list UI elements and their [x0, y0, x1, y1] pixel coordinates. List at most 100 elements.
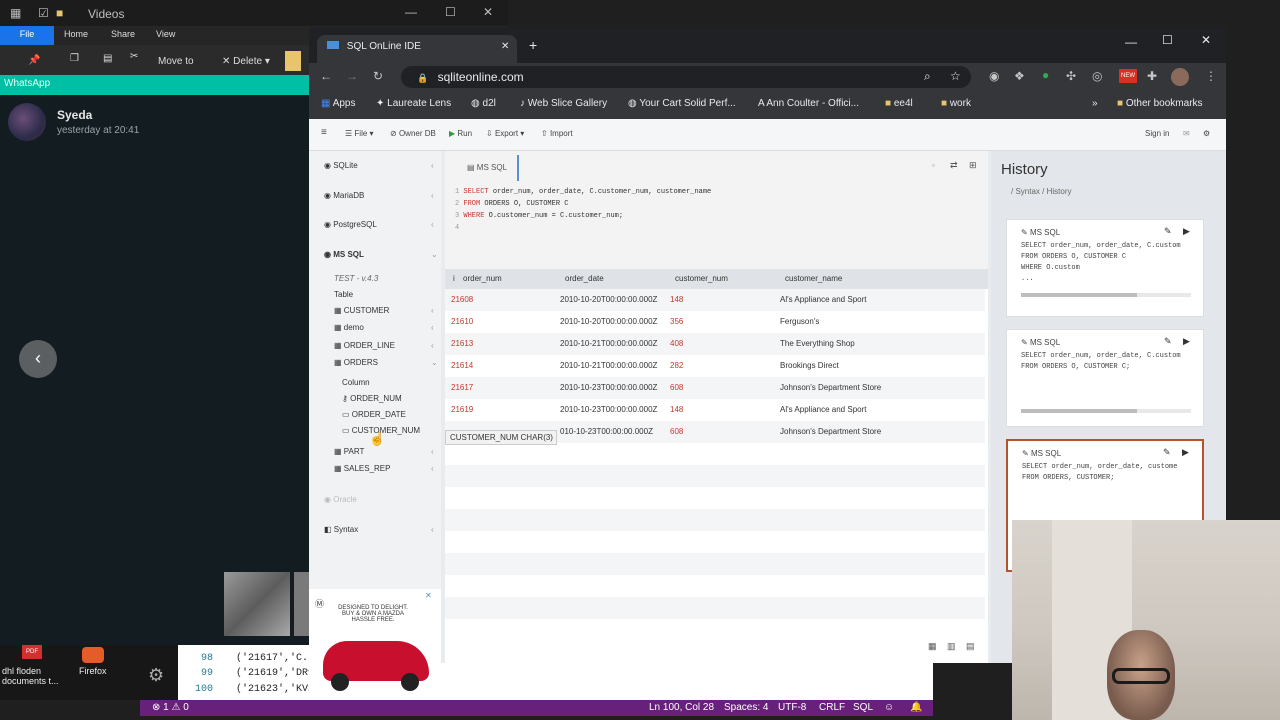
owner-db-button[interactable]: ⊘ Owner DB [390, 129, 436, 138]
table-row[interactable]: 21614 2010-10-21T00:00:00.000Z 282 Brooking… [445, 355, 985, 377]
bookmark-ann-coulter[interactable]: A Ann Coulter - Offici... [758, 98, 859, 109]
edit-icon[interactable]: ✎ [1163, 447, 1171, 458]
run-button[interactable]: ▶ Run [449, 129, 472, 138]
hamburger-menu-icon[interactable]: ≡ [321, 127, 327, 138]
history-card[interactable]: ✎ MS SQL ✎ ▶ SELECT order_num, order_dat… [1006, 329, 1204, 427]
table-row[interactable]: 21608 2010-10-20T00:00:00.000Z 148 Al's App… [445, 289, 985, 311]
table-row[interactable]: 21610 2010-10-20T00:00:00.000Z 356 Ferguson… [445, 311, 985, 333]
extension-icon[interactable]: ◉ [989, 69, 999, 83]
address-bar[interactable]: 🔒 sqliteonline.com ⌕ ☆ [401, 66, 971, 88]
pin-icon[interactable]: 📌 [28, 55, 40, 66]
edit-icon[interactable]: ✎ [1164, 336, 1172, 347]
desktop-icon-label[interactable]: dhl floden documents t... [2, 666, 66, 686]
cut-icon[interactable]: ✂ [130, 51, 138, 62]
bookmarks-overflow-icon[interactable]: » [1092, 98, 1098, 109]
profile-avatar[interactable] [1171, 68, 1189, 86]
zoom-icon[interactable]: ⌕ [924, 69, 931, 84]
firefox-icon[interactable] [82, 647, 104, 663]
bookmark-d2l[interactable]: ◍ d2l [471, 98, 496, 109]
table-row[interactable]: 21613 2010-10-21T00:00:00.000Z 408 The Ever… [445, 333, 985, 355]
chevron-down-icon[interactable]: ⌄ [431, 250, 438, 259]
media-thumbnail[interactable] [294, 572, 310, 636]
table-sales-rep[interactable]: ▦ SALES_REP [334, 464, 390, 473]
grammarly-icon[interactable]: ● [1042, 68, 1049, 82]
chevron-left-icon[interactable]: ‹ [431, 323, 434, 332]
indentation[interactable]: Spaces: 4 [724, 702, 768, 713]
close-icon[interactable]: ✕ [483, 5, 493, 19]
media-thumbnail[interactable] [224, 572, 290, 636]
forward-icon[interactable]: → [346, 69, 358, 83]
chevron-left-icon[interactable]: ‹ [431, 464, 434, 473]
whatsapp-chat-item[interactable]: Syeda yesterday at 20:41 [8, 103, 308, 143]
bookmark-work[interactable]: ■ work [941, 98, 971, 109]
chevron-left-icon[interactable]: ‹ [431, 161, 434, 170]
table-customer[interactable]: ▦ CUSTOMER [334, 306, 389, 315]
sql-editor-pane[interactable]: ▤ MS SQL ▫ ⇄ ⊞ 1 SELECT order_num, order… [445, 151, 988, 269]
chevron-left-icon[interactable]: ‹ [431, 341, 434, 350]
reload-icon[interactable]: ↻ [373, 69, 383, 83]
play-icon[interactable]: ▶ [1183, 226, 1190, 237]
column-order-num[interactable]: ⚷ ORDER_NUM [342, 394, 402, 403]
mail-icon[interactable]: ✉ [1183, 129, 1190, 138]
maximize-icon[interactable]: ☐ [1162, 33, 1173, 47]
table-demo[interactable]: ▦ demo [334, 323, 364, 332]
other-bookmarks[interactable]: ■ Other bookmarks [1117, 98, 1203, 109]
minimize-icon[interactable]: — [1125, 35, 1137, 49]
column-header-customer-num[interactable]: customer_num [675, 274, 728, 283]
db-postgresql[interactable]: ◉ PostgreSQL [324, 220, 377, 229]
column-header-customer-name[interactable]: customer_name [785, 274, 842, 283]
minimize-icon[interactable]: — [405, 5, 417, 19]
tab-home[interactable]: Home [64, 29, 88, 39]
new-tab-icon[interactable]: + [529, 37, 537, 53]
add-tab-icon[interactable]: ⊞ [969, 160, 977, 171]
tab-share[interactable]: Share [111, 29, 135, 39]
db-oracle[interactable]: ◉ Oracle [324, 495, 357, 504]
play-icon[interactable]: ▶ [1183, 336, 1190, 347]
column-header-order-num[interactable]: order_num [463, 274, 502, 283]
export-button[interactable]: ⇩ Export ▾ [486, 129, 524, 138]
play-icon[interactable]: ▶ [1182, 447, 1189, 458]
new-badge-icon[interactable]: NEW [1119, 69, 1137, 83]
db-sqlite[interactable]: ◉ SQLite [324, 161, 358, 170]
grid-view-icon[interactable]: ▦ [928, 641, 937, 652]
paste-icon[interactable]: ▤ [103, 53, 112, 64]
close-window-icon[interactable]: ✕ [1201, 33, 1211, 47]
table-order-line[interactable]: ▦ ORDER_LINE [334, 341, 395, 350]
bell-icon[interactable]: 🔔 [910, 702, 922, 713]
edit-icon[interactable]: ✎ [1164, 226, 1172, 237]
close-tab-icon[interactable]: ✕ [501, 41, 509, 52]
copy-icon[interactable]: ❐ [70, 53, 79, 64]
swap-icon[interactable]: ⇄ [950, 160, 958, 171]
text-view-icon[interactable]: ▤ [966, 641, 975, 652]
explorer-quick-access-icon[interactable]: ▦ [10, 6, 21, 20]
chart-view-icon[interactable]: ▥ [947, 641, 956, 652]
extension-icon[interactable]: ✣ [1066, 69, 1076, 83]
menu-kebab-icon[interactable]: ⋮ [1205, 69, 1217, 83]
save-icon[interactable]: ▫ [932, 161, 935, 170]
back-icon[interactable]: ← [320, 69, 332, 83]
cursor-position[interactable]: Ln 100, Col 28 [649, 702, 714, 713]
chevron-down-icon[interactable]: ⌄ [431, 358, 438, 367]
pdf-icon[interactable]: PDF [22, 645, 42, 659]
mazda-advertisement[interactable]: Ⓜ ✕ DESIGNED TO DELIGHT. BUY & OWN A MAZ… [309, 589, 441, 693]
star-icon[interactable]: ☆ [950, 69, 961, 83]
db-mssql[interactable]: ◉ MS SQL [324, 250, 364, 259]
table-part[interactable]: ▦ PART [334, 447, 364, 456]
language-mode[interactable]: SQL [853, 702, 873, 713]
extension-icon[interactable]: ◎ [1092, 69, 1102, 83]
tab-view[interactable]: View [156, 29, 175, 39]
breadcrumb-syntax[interactable]: Syntax [1015, 187, 1039, 196]
line-ending[interactable]: CRLF [819, 702, 845, 713]
encoding[interactable]: UTF-8 [778, 702, 806, 713]
table-row[interactable]: 21619 2010-10-23T00:00:00.000Z 148 Al's App… [445, 399, 985, 421]
history-card[interactable]: ✎ MS SQL ✎ ▶ SELECT order_num, order_dat… [1006, 219, 1204, 317]
column-header-order-date[interactable]: order_date [565, 274, 604, 283]
ad-close-icon[interactable]: ✕ [425, 591, 432, 600]
extension-icon[interactable]: ❖ [1014, 69, 1025, 83]
import-button[interactable]: ⇧ Import [541, 129, 573, 138]
chevron-left-icon[interactable]: ‹ [431, 191, 434, 200]
checkbox-icon[interactable]: ☑ [38, 6, 49, 20]
chevron-left-icon[interactable]: ‹ [431, 220, 434, 229]
file-menu-button[interactable]: ☰ File ▾ [345, 129, 374, 138]
bookmark-apps[interactable]: ▦ Apps [321, 98, 355, 109]
